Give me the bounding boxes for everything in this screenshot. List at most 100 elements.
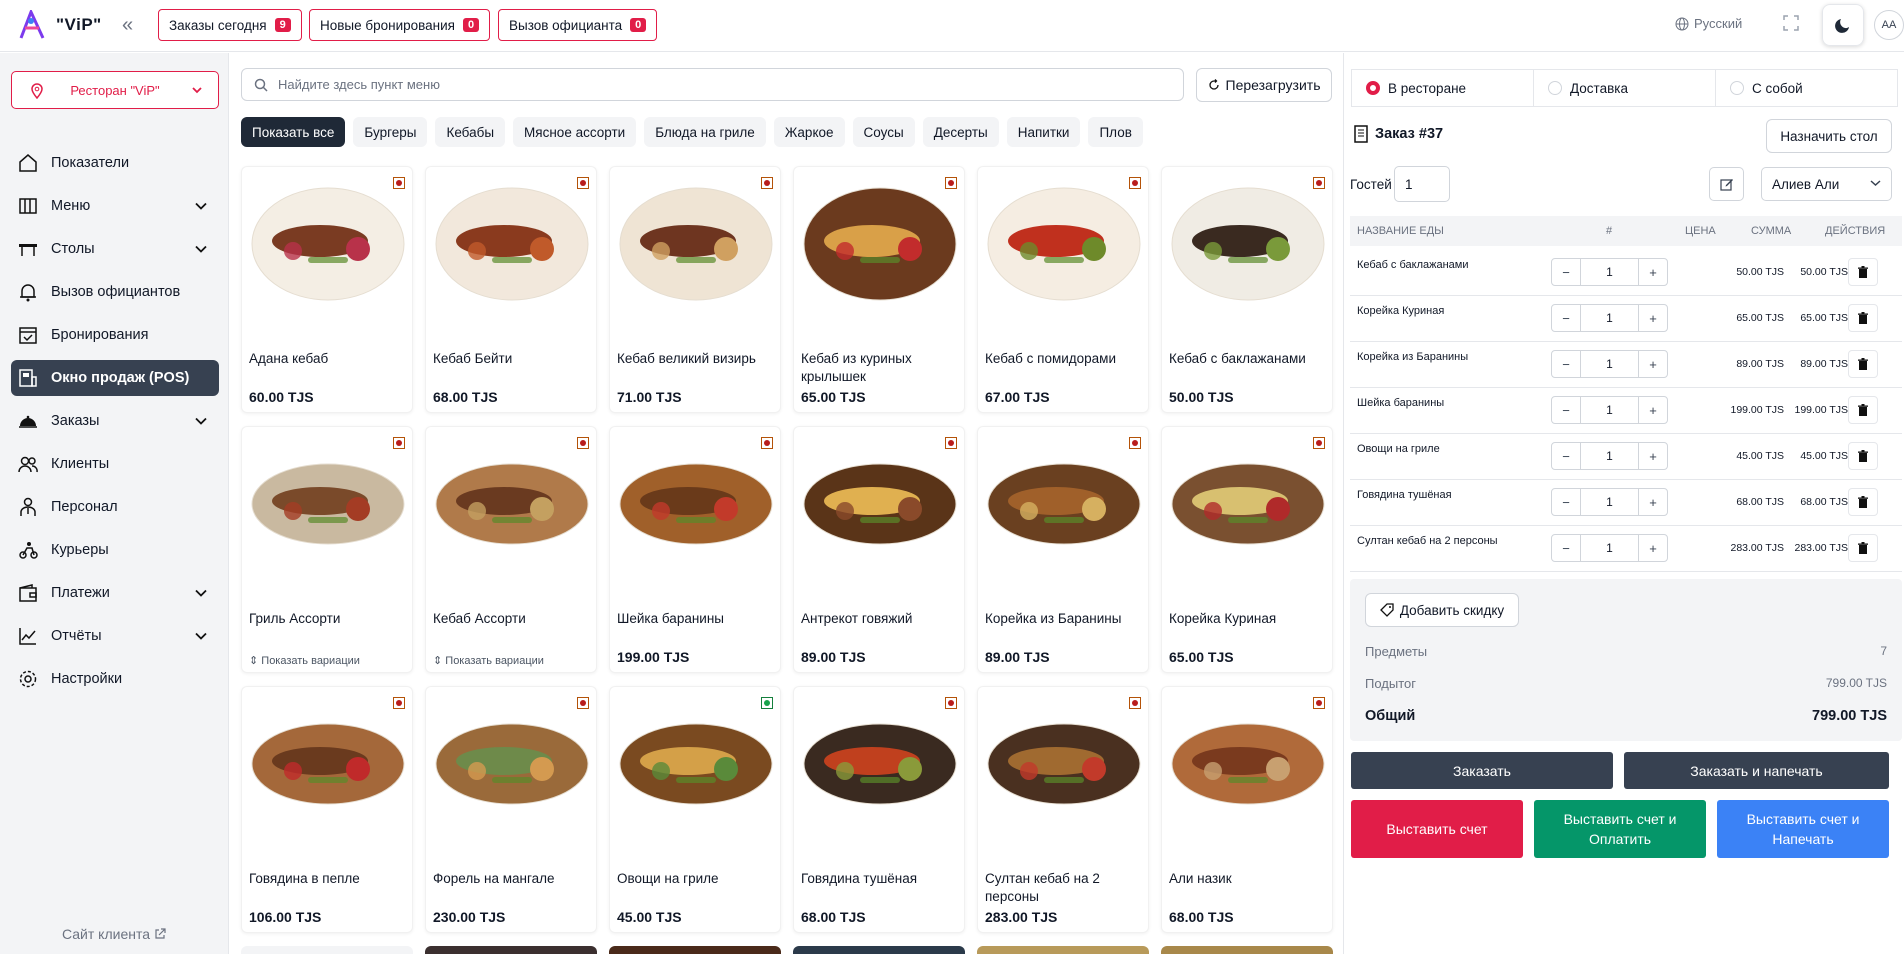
increase-button[interactable]: +	[1639, 259, 1667, 285]
menu-item-card[interactable]: Корейка Куриная 65.00 TJS	[1161, 426, 1333, 673]
decrease-button[interactable]: −	[1552, 535, 1580, 561]
delete-item-button[interactable]	[1848, 304, 1878, 332]
delete-item-button[interactable]	[1848, 534, 1878, 562]
quantity-value[interactable]: 1	[1580, 443, 1639, 469]
new-bookings-button[interactable]: Новые бронирования 0	[309, 9, 491, 41]
increase-button[interactable]: +	[1639, 535, 1667, 561]
order-button[interactable]: Заказать	[1351, 752, 1613, 789]
add-discount-button[interactable]: Добавить скидку	[1365, 593, 1519, 627]
sidebar-item[interactable]: Столы	[11, 231, 219, 267]
category-tab[interactable]: Блюда на гриле	[644, 117, 766, 147]
menu-item-card[interactable]: Антрекот говяжий 89.00 TJS	[793, 426, 965, 673]
order-print-button[interactable]: Заказать и напечать	[1624, 752, 1889, 789]
order-type-delivery[interactable]: Доставка	[1533, 69, 1716, 107]
sidebar-item[interactable]: Курьеры	[11, 532, 219, 568]
quantity-value[interactable]: 1	[1580, 351, 1639, 377]
quantity-value[interactable]: 1	[1580, 535, 1639, 561]
orders-today-button[interactable]: Заказы сегодня 9	[158, 9, 302, 41]
menu-item-card[interactable]: Кебаб великий визирь 71.00 TJS	[609, 166, 781, 413]
increase-button[interactable]: +	[1639, 489, 1667, 515]
quantity-value[interactable]: 1	[1580, 259, 1639, 285]
assign-table-button[interactable]: Назначить стол	[1766, 119, 1892, 153]
menu-item-card[interactable]: Кебаб с баклажанами 50.00 TJS	[1161, 166, 1333, 413]
increase-button[interactable]: +	[1639, 305, 1667, 331]
sidebar-item[interactable]: Окно продаж (POS)	[11, 360, 219, 396]
sidebar-item[interactable]: Платежи	[11, 575, 219, 611]
app-logo[interactable]: "ViP"	[18, 10, 102, 40]
collapse-sidebar-icon[interactable]: «	[122, 14, 133, 37]
decrease-button[interactable]: −	[1552, 351, 1580, 377]
sidebar-item[interactable]: Вызов официантов	[11, 274, 219, 310]
menu-search-box[interactable]	[241, 68, 1184, 101]
waiter-call-button[interactable]: Вызов официанта 0	[498, 9, 658, 41]
decrease-button[interactable]: −	[1552, 443, 1580, 469]
category-tab[interactable]: Десерты	[922, 117, 999, 147]
sidebar-item[interactable]: Меню	[11, 188, 219, 224]
menu-item-card[interactable]: Адана кебаб 60.00 TJS	[241, 166, 413, 413]
show-variations-link[interactable]: ⇕ Показать вариации	[249, 654, 360, 667]
menu-item-card[interactable]: Кебаб с помидорами 67.00 TJS	[977, 166, 1149, 413]
category-tab[interactable]: Жаркое	[773, 117, 845, 147]
category-tab[interactable]: Мясное ассорти	[513, 117, 637, 147]
bill-pay-button[interactable]: Выставить счет и Оплатить	[1534, 800, 1706, 858]
menu-item-card[interactable]: Корейка из Баранины 89.00 TJS	[977, 426, 1149, 673]
menu-item-card[interactable]: Овощи на гриле 45.00 TJS	[609, 686, 781, 933]
fullscreen-icon[interactable]	[1782, 14, 1800, 32]
bill-print-button[interactable]: Выставить счет и Напечать	[1717, 800, 1889, 858]
edit-button[interactable]	[1709, 167, 1744, 201]
dish-image	[248, 439, 408, 564]
delete-item-button[interactable]	[1848, 442, 1878, 470]
menu-item-card[interactable]: Кебаб из куриных крылышек 65.00 TJS	[793, 166, 965, 413]
category-tab[interactable]: Показать все	[241, 117, 346, 147]
sidebar-item[interactable]: Заказы	[11, 403, 219, 439]
quantity-value[interactable]: 1	[1580, 489, 1639, 515]
menu-item-card[interactable]: Кебаб Ассорти ⇕ Показать вариации	[425, 426, 597, 673]
category-tab[interactable]: Бургеры	[353, 117, 428, 147]
quantity-value[interactable]: 1	[1580, 397, 1639, 423]
sidebar-item[interactable]: Бронирования	[11, 317, 219, 353]
quantity-value[interactable]: 1	[1580, 305, 1639, 331]
decrease-button[interactable]: −	[1552, 397, 1580, 423]
language-selector[interactable]: Русский	[1675, 16, 1742, 31]
sidebar-item[interactable]: Персонал	[11, 489, 219, 525]
menu-item-card[interactable]: Кебаб Бейти 68.00 TJS	[425, 166, 597, 413]
menu-item-card[interactable]: Форель на мангале 230.00 TJS	[425, 686, 597, 933]
search-input[interactable]	[278, 77, 1158, 92]
menu-item-card[interactable]: Султан кебаб на 2 персоны 283.00 TJS	[977, 686, 1149, 933]
guests-input[interactable]: 1	[1394, 166, 1450, 202]
delete-item-button[interactable]	[1848, 396, 1878, 424]
menu-item-card[interactable]: Гриль Ассорти ⇕ Показать вариации	[241, 426, 413, 673]
menu-item-card[interactable]: Шейка баранины 199.00 TJS	[609, 426, 781, 673]
sidebar-item[interactable]: Клиенты	[11, 446, 219, 482]
decrease-button[interactable]: −	[1552, 259, 1580, 285]
waiter-select[interactable]: Алиев Али	[1761, 167, 1892, 201]
order-type-takeaway[interactable]: С собой	[1715, 69, 1898, 107]
order-type-dine-in[interactable]: В ресторане	[1351, 69, 1534, 107]
menu-item-name: Кебаб Бейти	[433, 351, 513, 366]
category-tab[interactable]: Плов	[1088, 117, 1143, 147]
client-site-link[interactable]: Сайт клиента	[62, 926, 166, 942]
menu-item-card[interactable]: Говядина тушёная 68.00 TJS	[793, 686, 965, 933]
restaurant-selector[interactable]: Ресторан "ViP"	[11, 71, 219, 109]
sidebar-item[interactable]: Показатели	[11, 145, 219, 181]
avatar[interactable]: AA	[1874, 10, 1904, 40]
category-tab[interactable]: Кебабы	[435, 117, 506, 147]
increase-button[interactable]: +	[1639, 443, 1667, 469]
delete-item-button[interactable]	[1848, 350, 1878, 378]
dark-mode-toggle[interactable]	[1822, 4, 1864, 46]
category-tab[interactable]: Напитки	[1006, 117, 1081, 147]
sidebar-item[interactable]: Настройки	[11, 661, 219, 697]
decrease-button[interactable]: −	[1552, 305, 1580, 331]
sidebar-item[interactable]: Отчёты	[11, 618, 219, 654]
menu-item-card[interactable]: Али назик 68.00 TJS	[1161, 686, 1333, 933]
delete-item-button[interactable]	[1848, 488, 1878, 516]
menu-item-card[interactable]: Говядина в пепле 106.00 TJS	[241, 686, 413, 933]
decrease-button[interactable]: −	[1552, 489, 1580, 515]
category-tab[interactable]: Соусы	[852, 117, 915, 147]
bill-button[interactable]: Выставить счет	[1351, 800, 1523, 858]
reload-button[interactable]: Перезагрузить	[1196, 68, 1332, 102]
increase-button[interactable]: +	[1639, 351, 1667, 377]
delete-item-button[interactable]	[1848, 258, 1878, 286]
show-variations-link[interactable]: ⇕ Показать вариации	[433, 654, 544, 667]
increase-button[interactable]: +	[1639, 397, 1667, 423]
